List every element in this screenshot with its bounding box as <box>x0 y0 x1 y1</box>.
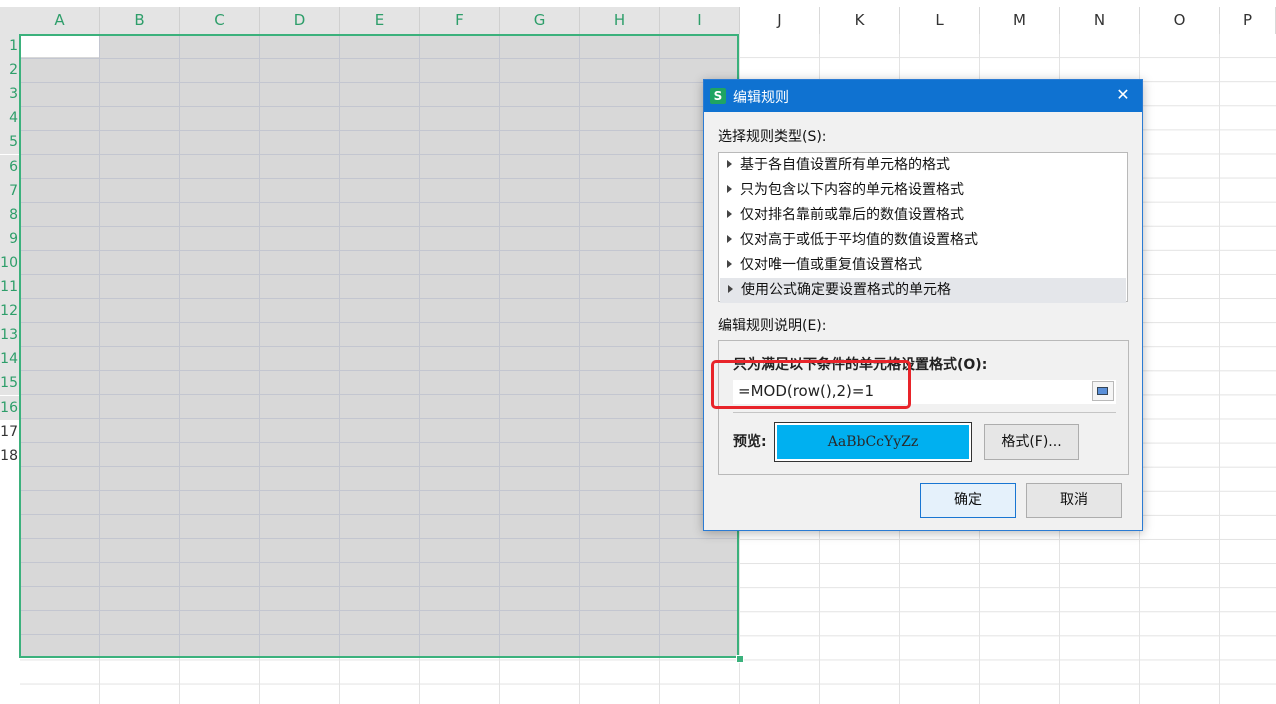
edit-description-label: 编辑规则说明(E): <box>718 318 827 334</box>
dialog-title: 编辑规则 <box>733 90 789 106</box>
rule-type-text: 基于各自值设置所有单元格的格式 <box>740 157 950 173</box>
column-header[interactable]: C <box>180 7 260 34</box>
row-header[interactable]: 8 <box>0 202 20 227</box>
row-header[interactable]: 6 <box>0 154 20 179</box>
expand-arrow-icon <box>727 185 732 193</box>
row-header[interactable]: 11 <box>0 275 20 299</box>
row-header[interactable]: 13 <box>0 323 20 348</box>
preview-sample-text: AaBbCcYyZz <box>777 425 969 459</box>
row-header[interactable]: 5 <box>0 130 20 155</box>
rule-type-list[interactable]: 基于各自值设置所有单元格的格式 只为包含以下内容的单元格设置格式 仅对排名靠前或靠后… <box>718 152 1128 303</box>
column-header[interactable]: D <box>260 7 340 34</box>
close-icon[interactable]: ✕ <box>1114 86 1132 104</box>
active-cell-a1[interactable] <box>21 36 99 57</box>
range-select-icon <box>1097 387 1108 395</box>
collapse-dialog-button[interactable] <box>1092 381 1114 401</box>
row-header[interactable]: 4 <box>0 106 20 131</box>
rule-type-label: 选择规则类型(S): <box>718 129 827 145</box>
format-preview: AaBbCcYyZz <box>774 422 972 462</box>
row-header[interactable]: 15 <box>0 371 20 396</box>
selected-range[interactable] <box>19 34 739 658</box>
fill-handle[interactable] <box>736 655 744 663</box>
column-header[interactable]: E <box>340 7 420 34</box>
wps-spreadsheet-icon: S <box>710 88 726 104</box>
rule-type-item[interactable]: 只为包含以下内容的单元格设置格式 <box>719 178 1127 203</box>
select-all-corner[interactable] <box>0 7 20 34</box>
row-header[interactable]: 2 <box>0 58 20 83</box>
row-header[interactable]: 18 <box>0 444 20 468</box>
column-header[interactable]: F <box>420 7 500 34</box>
dialog-titlebar[interactable]: S 编辑规则 ✕ <box>704 80 1142 112</box>
row-header[interactable]: 17 <box>0 420 20 444</box>
column-header[interactable]: G <box>500 7 580 34</box>
column-header[interactable]: K <box>820 7 900 34</box>
row-header[interactable]: 10 <box>0 250 20 275</box>
rule-type-text: 使用公式确定要设置格式的单元格 <box>741 282 951 298</box>
cancel-button[interactable]: 取消 <box>1026 483 1122 518</box>
rule-type-text: 仅对高于或低于平均值的数值设置格式 <box>740 232 978 248</box>
expand-arrow-icon <box>727 210 732 218</box>
column-header[interactable]: J <box>740 7 820 34</box>
column-header[interactable]: I <box>660 7 740 34</box>
column-header[interactable]: O <box>1140 7 1220 34</box>
column-header[interactable]: M <box>980 7 1060 34</box>
rule-type-item[interactable]: 仅对高于或低于平均值的数值设置格式 <box>719 228 1127 253</box>
column-header[interactable]: B <box>100 7 180 34</box>
column-header[interactable]: A <box>20 7 100 34</box>
column-header[interactable]: H <box>580 7 660 34</box>
row-header[interactable]: 7 <box>0 178 20 203</box>
divider <box>733 412 1116 413</box>
rule-type-text: 仅对唯一值或重复值设置格式 <box>740 257 922 273</box>
formula-highlight-annotation <box>711 360 911 409</box>
row-header[interactable]: 3 <box>0 82 20 107</box>
rule-type-item[interactable]: 基于各自值设置所有单元格的格式 <box>719 153 1127 178</box>
expand-arrow-icon <box>728 285 733 293</box>
expand-arrow-icon <box>727 235 732 243</box>
rule-type-item[interactable]: 仅对排名靠前或靠后的数值设置格式 <box>719 203 1127 228</box>
row-header[interactable]: 9 <box>0 226 20 251</box>
ok-button[interactable]: 确定 <box>920 483 1016 518</box>
edit-rule-dialog: S 编辑规则 ✕ 选择规则类型(S): 基于各自值设置所有单元格的格式 只为包含以… <box>703 79 1143 531</box>
rule-type-text: 仅对排名靠前或靠后的数值设置格式 <box>740 207 964 223</box>
rule-type-item[interactable]: 使用公式确定要设置格式的单元格 <box>720 278 1126 303</box>
rule-type-text: 只为包含以下内容的单元格设置格式 <box>740 182 964 198</box>
row-header[interactable]: 16 <box>0 395 20 420</box>
row-header[interactable]: 1 <box>0 34 20 58</box>
expand-arrow-icon <box>727 260 732 268</box>
column-header[interactable]: L <box>900 7 980 34</box>
row-header[interactable]: 12 <box>0 299 20 324</box>
expand-arrow-icon <box>727 160 732 168</box>
column-header[interactable]: P <box>1220 7 1276 34</box>
column-header[interactable]: N <box>1060 7 1140 34</box>
rule-type-item[interactable]: 仅对唯一值或重复值设置格式 <box>719 253 1127 278</box>
format-button[interactable]: 格式(F)... <box>984 424 1079 460</box>
row-header[interactable]: 14 <box>0 347 20 372</box>
preview-label: 预览: <box>733 434 767 450</box>
